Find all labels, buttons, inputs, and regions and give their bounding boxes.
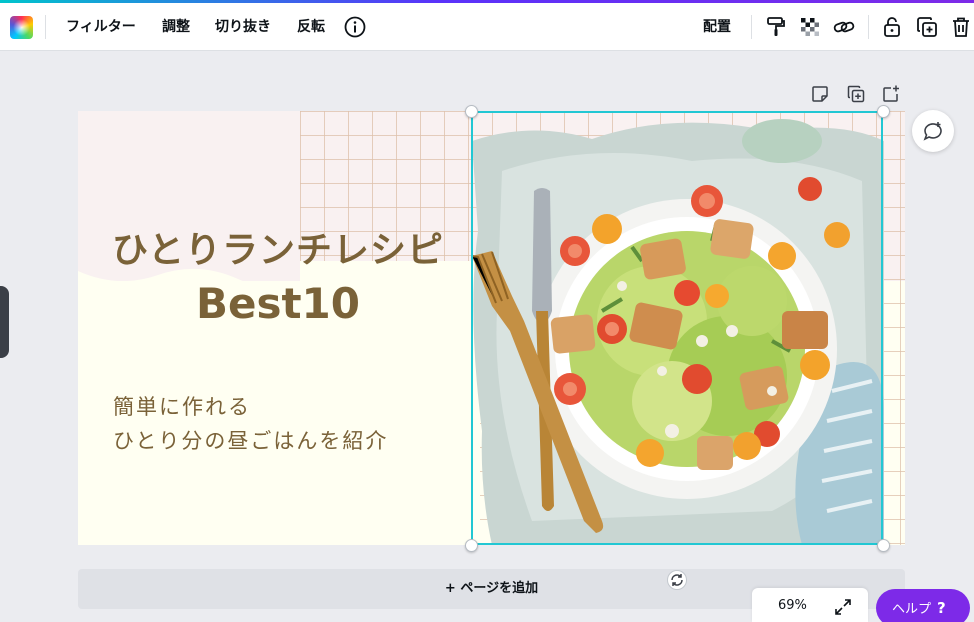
note-icon[interactable] [810, 84, 830, 104]
add-page-icon[interactable] [881, 84, 901, 104]
rotate-icon[interactable] [667, 570, 687, 590]
comment-button[interactable] [912, 110, 954, 152]
toolbar-divider [45, 15, 46, 39]
arrange-button[interactable]: 配置 [703, 13, 731, 41]
help-button[interactable]: ヘルプ? [876, 589, 970, 622]
link-icon[interactable] [832, 15, 856, 39]
design-subtitle-line2[interactable]: ひとり分の昼ごはんを紹介 [113, 425, 388, 455]
toolbar-divider [751, 15, 752, 39]
editor-toolbar: フィルター 調整 切り抜き 反転 配置 [0, 3, 974, 51]
duplicate-page-icon[interactable] [846, 84, 866, 104]
expand-icon[interactable] [834, 598, 852, 616]
design-subtitle-line1[interactable]: 簡単に作れる [113, 391, 251, 421]
design-title-line2[interactable]: Best10 [78, 279, 478, 328]
resize-handle-top-left[interactable] [465, 105, 478, 118]
filter-button[interactable]: フィルター [66, 13, 136, 41]
duplicate-icon[interactable] [915, 15, 939, 39]
salad-photo[interactable] [472, 111, 884, 545]
resize-handle-bottom-left[interactable] [465, 539, 478, 552]
side-panel-toggle[interactable] [0, 286, 9, 358]
design-title-line1[interactable]: ひとりランチレシピ [78, 221, 478, 273]
lock-icon[interactable] [880, 15, 904, 39]
info-icon[interactable] [343, 15, 367, 39]
zoom-level[interactable]: 69% [778, 598, 807, 613]
design-page[interactable]: ひとりランチレシピ Best10 簡単に作れる ひとり分の昼ごはんを紹介 [78, 111, 905, 545]
flip-button[interactable]: 反転 [297, 13, 325, 41]
comment-icon [923, 122, 942, 141]
help-question-icon: ? [937, 599, 946, 617]
crop-button[interactable]: 切り抜き [215, 13, 271, 41]
help-label: ヘルプ [892, 602, 932, 617]
transparency-icon[interactable] [798, 15, 822, 39]
paint-format-icon[interactable] [764, 15, 788, 39]
adjust-button[interactable]: 調整 [162, 13, 190, 41]
color-picker-icon[interactable] [10, 16, 33, 39]
zoom-control: 69% [752, 588, 868, 622]
resize-handle-bottom-right[interactable] [877, 539, 890, 552]
trash-icon[interactable] [949, 15, 973, 39]
toolbar-divider [868, 15, 869, 39]
resize-handle-top-right[interactable] [877, 105, 890, 118]
